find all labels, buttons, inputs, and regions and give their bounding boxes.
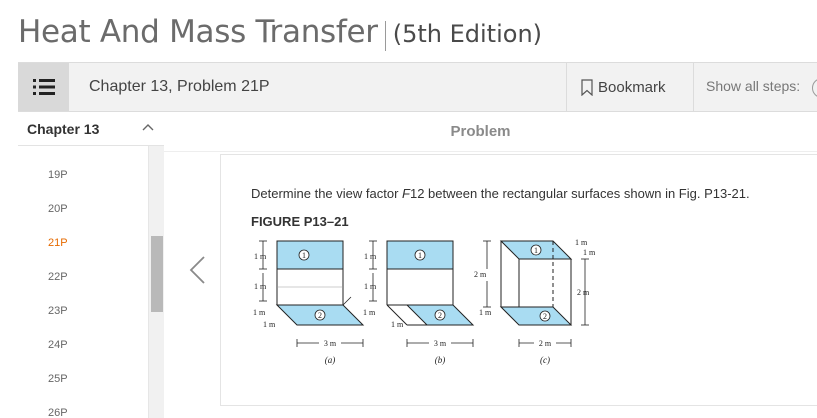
sidebar-item-26p[interactable]: 26P: [48, 407, 68, 418]
bookmark-icon: [581, 78, 593, 96]
panel-c-width: 2 m: [539, 339, 552, 348]
panel-c-height: 2 m: [577, 288, 590, 297]
bookmark-label: Bookmark: [598, 78, 666, 96]
surface-2-b-label: 2: [438, 311, 442, 320]
chapter-problem-label: Chapter 13, Problem 21P: [89, 78, 270, 95]
previous-arrow-icon[interactable]: [186, 254, 210, 286]
surface-2-c-label: 2: [543, 312, 547, 321]
panel-a-height-2: 1 m: [254, 282, 267, 291]
surface-2-a-label: 2: [318, 311, 322, 320]
bookmark-button[interactable]: Bookmark: [566, 63, 694, 111]
sidebar-item-19p[interactable]: 19P: [48, 169, 68, 181]
panel-c-side-height: 2 m: [474, 270, 487, 279]
scrollbar-thumb[interactable]: [151, 236, 163, 312]
book-title-main: Heat And Mass Transfer: [18, 14, 378, 50]
surface-1-a: [276, 240, 344, 270]
sidebar-item-22p[interactable]: 22P: [48, 271, 68, 283]
panel-a-height-1: 1 m: [254, 252, 267, 261]
problem-header: Problem: [164, 112, 817, 152]
book-edition: (5th Edition): [392, 20, 543, 48]
sidebar-item-25p[interactable]: 25P: [48, 373, 68, 385]
panel-b-width: 3 m: [434, 339, 447, 348]
surface-1-c-label: 1: [534, 246, 538, 255]
panel-b-caption: (b): [435, 355, 446, 365]
panel-b-height-2: 1 m: [364, 282, 377, 291]
sidebar-item-20p[interactable]: 20P: [48, 203, 68, 215]
panel-b: 1 2 1 m 1 m 1 m 1 m 3 m (b): [363, 240, 475, 365]
book-title: Heat And Mass Transfer (5th Edition): [18, 14, 542, 58]
sidebar: Chapter 13 19P 20P 21P 22P 23P 24P 25P 2…: [18, 112, 164, 418]
panel-c-side-b: 1 m: [583, 248, 596, 257]
chapter-title: Chapter 13: [27, 120, 100, 137]
panel-c-side-a: 1 m: [575, 238, 588, 247]
panel-c-depth: 1 m: [479, 308, 492, 317]
problem-text-end: 12 between the rectangular surfaces show…: [409, 186, 750, 201]
show-steps-toggle[interactable]: [812, 78, 817, 98]
panel-b-height-1: 1 m: [364, 252, 377, 261]
chevron-up-icon[interactable]: [142, 123, 154, 131]
sidebar-item-21p[interactable]: 21P: [48, 237, 68, 249]
surface-1-b-label: 1: [418, 251, 422, 260]
menu-button[interactable]: [18, 63, 69, 111]
panel-a: 1 2 1 m 1 m 1 m 1 m 3 m (a): [253, 240, 365, 365]
problem-card: Determine the view factor F12 between th…: [220, 154, 817, 406]
list-menu-icon: [32, 79, 55, 95]
chapter-selector[interactable]: Chapter 13: [18, 112, 164, 146]
panel-b-depth-2: 1 m: [391, 320, 404, 329]
show-all-steps-label: Show all steps:: [706, 78, 801, 94]
sidebar-scrollbar[interactable]: [148, 146, 164, 418]
problem-heading: Problem: [450, 123, 511, 140]
panel-a-depth-1: 1 m: [253, 308, 266, 317]
surface-2-c: [499, 306, 573, 326]
panel-a-depth-2: 1 m: [263, 320, 276, 329]
title-separator: [384, 21, 386, 51]
toolbar: Chapter 13, Problem 21P Bookmark Show al…: [18, 62, 817, 112]
surface-1-a-label: 1: [302, 251, 306, 260]
panel-a-width: 3 m: [324, 339, 337, 348]
panel-b-depth-1: 1 m: [363, 308, 376, 317]
problem-text-start: Determine the view factor: [251, 186, 403, 201]
panel-c-caption: (c): [540, 355, 550, 365]
figure-title: FIGURE P13–21: [251, 214, 349, 229]
panel-a-caption: (a): [325, 355, 336, 365]
problem-text-variable: F: [402, 186, 410, 201]
panel-c: 1 2 2 m 2 m 1 m 1 m 1 m 2 m (c): [474, 238, 596, 365]
sidebar-item-24p[interactable]: 24P: [48, 339, 68, 351]
problem-text: Determine the view factor F12 between th…: [251, 186, 750, 201]
sidebar-item-23p[interactable]: 23P: [48, 305, 68, 317]
figure-p13-21: 1 2 1 m 1 m 1 m 1 m 3 m (a) 1 2 1 m 1 m …: [253, 238, 596, 365]
